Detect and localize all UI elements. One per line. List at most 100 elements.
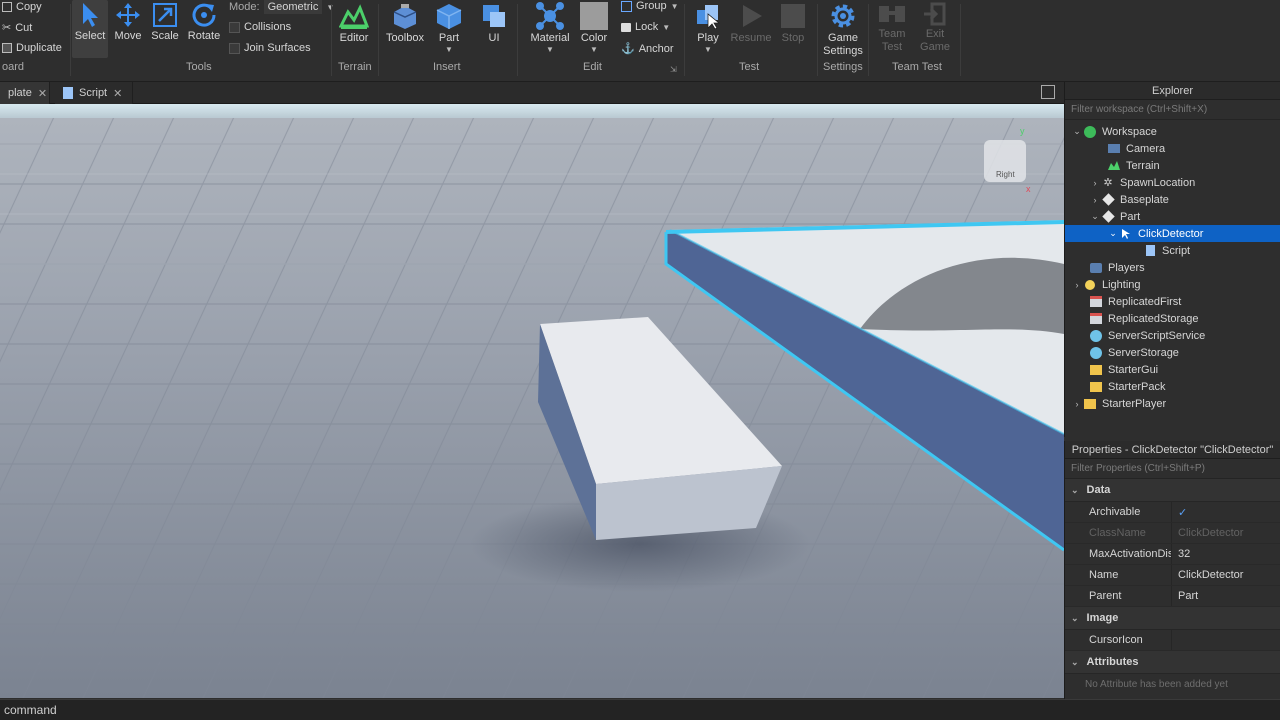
- close-icon[interactable]: ✕: [113, 87, 122, 100]
- toolbox-label: Toolbox: [386, 32, 424, 44]
- property-key: ClassName: [1089, 527, 1146, 539]
- cut-icon: ✂: [2, 22, 12, 34]
- toolbox-button[interactable]: Toolbox: [382, 0, 428, 58]
- tab-baseplate[interactable]: plate ✕: [0, 82, 50, 104]
- rotate-button[interactable]: Rotate: [185, 0, 223, 58]
- game-settings-button[interactable]: Game Settings: [820, 0, 866, 58]
- tree-item-label: StarterPlayer: [1102, 397, 1167, 410]
- divider: [684, 4, 685, 76]
- script-icon: [63, 87, 73, 99]
- tree-item-starterpack[interactable]: StarterPack: [1065, 378, 1280, 395]
- tree-item-part[interactable]: ⌄ Part: [1065, 208, 1280, 225]
- expand-icon[interactable]: ⇲: [670, 65, 677, 74]
- scale-label: Scale: [151, 30, 179, 42]
- category-attributes[interactable]: ⌄ Attributes: [1065, 651, 1280, 674]
- anchor-button[interactable]: ⚓ Anchor: [621, 42, 674, 56]
- property-row-name[interactable]: Name ClickDetector: [1065, 565, 1280, 586]
- part-icon: [1101, 193, 1115, 206]
- join-surfaces-toggle[interactable]: Join Surfaces: [229, 42, 311, 54]
- exit-game-button[interactable]: Exit Game: [914, 0, 956, 58]
- tree-item-serverstorage[interactable]: ServerStorage: [1065, 344, 1280, 361]
- tree-item-players[interactable]: Players: [1065, 259, 1280, 276]
- material-button[interactable]: Material ▼: [527, 0, 573, 58]
- chevron-right-icon[interactable]: ›: [1089, 195, 1101, 205]
- stop-button[interactable]: Stop: [776, 0, 810, 58]
- property-row-parent[interactable]: Parent Part: [1065, 586, 1280, 607]
- copy-button[interactable]: Copy: [2, 1, 42, 13]
- archivable-checkbox[interactable]: ✓: [1171, 502, 1280, 522]
- property-value[interactable]: Part: [1171, 586, 1280, 606]
- tree-item-script[interactable]: Script: [1065, 242, 1280, 259]
- scale-button[interactable]: Scale: [147, 0, 183, 58]
- chevron-down-icon: ▼: [662, 22, 671, 32]
- tree-item-serverscriptservice[interactable]: ServerScriptService: [1065, 327, 1280, 344]
- divider: [817, 4, 818, 76]
- tree-item-terrain[interactable]: Terrain: [1065, 157, 1280, 174]
- join-surfaces-checkbox[interactable]: [229, 42, 240, 54]
- duplicate-button[interactable]: Duplicate: [2, 42, 62, 54]
- tree-item-label: Workspace: [1102, 125, 1157, 138]
- tree-item-replicatedstorage[interactable]: ReplicatedStorage: [1065, 310, 1280, 327]
- tree-item-lighting[interactable]: › Lighting: [1065, 276, 1280, 293]
- ui-button[interactable]: UI: [476, 0, 512, 58]
- explorer-tree: ⌄ Workspace Camera Terrain › ✲ SpawnLoca…: [1065, 120, 1280, 435]
- tab-script[interactable]: Script ✕: [55, 82, 133, 104]
- explorer-panel: Explorer Filter workspace (Ctrl+Shift+X)…: [1064, 82, 1280, 437]
- property-value-input[interactable]: 32: [1171, 544, 1280, 564]
- property-row-cursoricon[interactable]: CursorIcon: [1065, 630, 1280, 651]
- close-icon[interactable]: ✕: [38, 87, 47, 100]
- property-value-input[interactable]: ClickDetector: [1171, 565, 1280, 585]
- category-data[interactable]: ⌄ Data: [1065, 479, 1280, 502]
- tree-item-clickdetector[interactable]: ⌄ ClickDetector: [1065, 225, 1280, 242]
- restore-window-icon[interactable]: [1041, 85, 1055, 99]
- tree-item-baseplate[interactable]: › Baseplate: [1065, 191, 1280, 208]
- select-label: Select: [74, 30, 106, 42]
- collisions-checkbox[interactable]: [229, 21, 240, 33]
- terrain-group-label: Terrain: [338, 61, 372, 73]
- duplicate-label: Duplicate: [16, 42, 62, 54]
- mode-dropdown[interactable]: Mode: Geometric ▼: [229, 0, 334, 14]
- move-button[interactable]: Move: [110, 0, 146, 58]
- play-button[interactable]: Play ▼: [690, 0, 726, 58]
- property-key: Archivable: [1089, 506, 1141, 518]
- property-row-maxactivationdistance[interactable]: MaxActivationDista... 32: [1065, 544, 1280, 565]
- view-cube[interactable]: Right y x: [980, 126, 1032, 194]
- tree-item-replicatedfirst[interactable]: ReplicatedFirst: [1065, 293, 1280, 310]
- command-bar-input[interactable]: command: [0, 699, 1280, 720]
- category-image[interactable]: ⌄ Image: [1065, 607, 1280, 630]
- server-icon: [1089, 346, 1103, 359]
- explorer-filter-input[interactable]: Filter workspace (Ctrl+Shift+X): [1065, 100, 1280, 120]
- tree-item-spawnlocation[interactable]: › ✲ SpawnLocation: [1065, 174, 1280, 191]
- terrain-editor-button[interactable]: Editor: [334, 0, 374, 58]
- tree-item-startergui[interactable]: StarterGui: [1065, 361, 1280, 378]
- tab-label: plate: [8, 87, 32, 99]
- collisions-toggle[interactable]: Collisions: [229, 21, 291, 33]
- lock-button[interactable]: Lock ▼: [621, 21, 670, 33]
- group-button[interactable]: Group ▼: [621, 0, 679, 12]
- move-icon: [116, 3, 140, 27]
- rotate-icon: [192, 3, 216, 27]
- 3d-viewport[interactable]: Right y x: [0, 104, 1064, 698]
- tree-item-camera[interactable]: Camera: [1065, 140, 1280, 157]
- folder-icon: [1089, 364, 1103, 376]
- property-value-input[interactable]: [1171, 630, 1280, 650]
- replicated-icon: [1089, 296, 1103, 308]
- tree-item-workspace[interactable]: ⌄ Workspace: [1065, 123, 1280, 140]
- tree-item-starterplayer[interactable]: › StarterPlayer: [1065, 395, 1280, 412]
- cut-button[interactable]: ✂ Cut: [2, 21, 32, 35]
- property-row-archivable[interactable]: Archivable ✓: [1065, 502, 1280, 523]
- color-button[interactable]: Color ▼: [576, 0, 612, 58]
- chevron-down-icon[interactable]: ⌄: [1089, 211, 1101, 222]
- chevron-down-icon[interactable]: ⌄: [1071, 126, 1083, 137]
- chevron-right-icon[interactable]: ›: [1071, 280, 1083, 290]
- chevron-right-icon[interactable]: ›: [1089, 178, 1101, 188]
- select-button[interactable]: Select: [72, 0, 108, 58]
- team-test-button[interactable]: Team Test: [872, 0, 912, 58]
- properties-filter-input[interactable]: Filter Properties (Ctrl+Shift+P): [1065, 459, 1280, 479]
- resume-button[interactable]: Resume: [730, 0, 772, 58]
- part-button[interactable]: Part ▼: [431, 0, 467, 58]
- chevron-right-icon[interactable]: ›: [1071, 399, 1083, 409]
- tree-item-label: ReplicatedFirst: [1108, 295, 1182, 308]
- chevron-down-icon[interactable]: ⌄: [1107, 228, 1119, 239]
- explorer-title: Explorer: [1065, 82, 1280, 100]
